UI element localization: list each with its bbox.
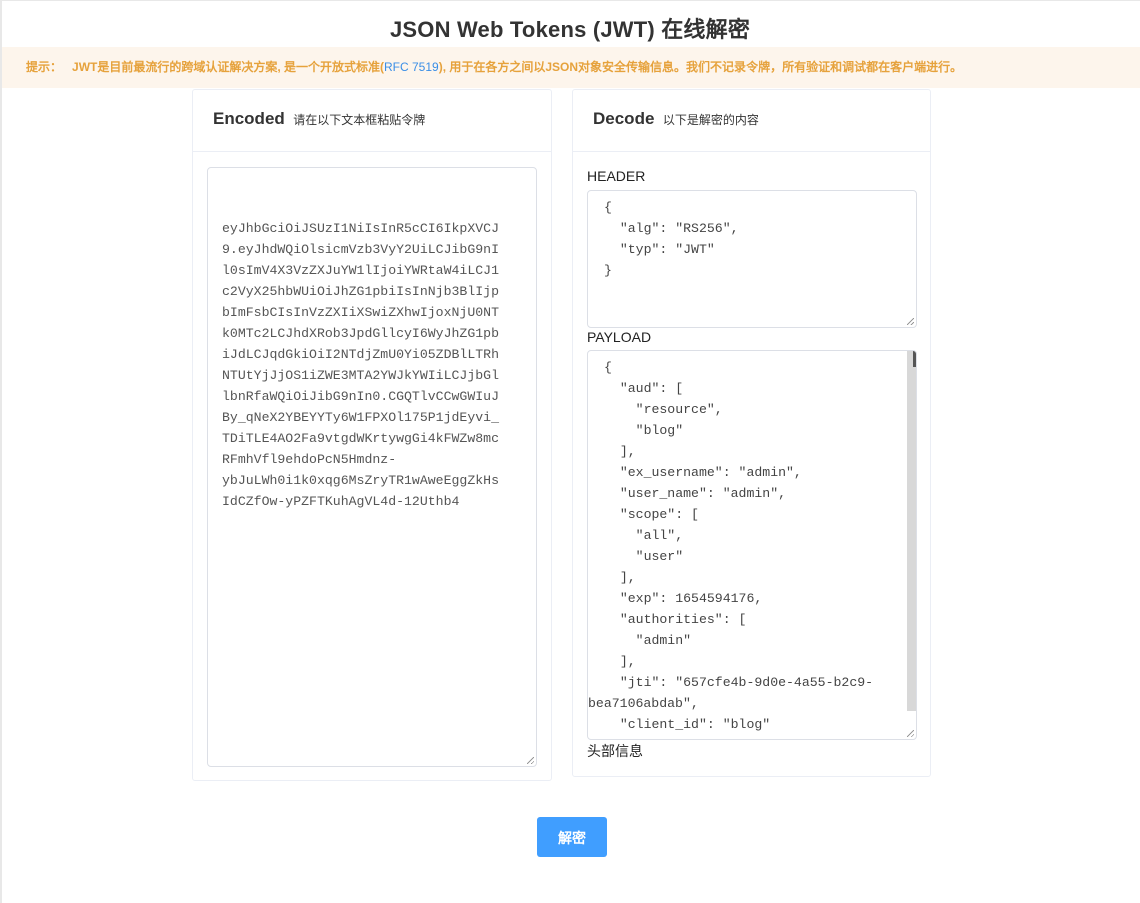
frame-top-border <box>0 0 1140 1</box>
json-line: ], <box>604 444 636 459</box>
payload-scrollbar[interactable] <box>907 351 916 711</box>
token-line: lbnRfaWQiOiJibG9nIn0.CGQTlvCCwGWIuJ <box>222 389 499 404</box>
token-line: l0sImV4X3VzZXJuYW1lIjoiYWRtaW4iLCJ1 <box>222 263 499 278</box>
notice-banner: 提示： JWT是目前最流行的跨域认证解决方案, 是一个开放式标准(RFC 7519… <box>2 47 1140 88</box>
json-line: "ex_username": "admin", <box>604 465 802 480</box>
json-line: { <box>604 360 612 375</box>
header-json-textarea[interactable]: { "alg": "RS256", "typ": "JWT"} <box>587 190 917 328</box>
decode-button[interactable]: 解密 <box>537 817 607 857</box>
decode-title: Decode <box>593 109 655 128</box>
json-line: "alg": "RS256", <box>604 221 739 236</box>
token-line: bImFsbCIsInVzZXIiXSwiZXhwIjoxNjU0NT <box>222 305 499 320</box>
json-line: "authorities": [ <box>604 612 747 627</box>
json-line: "client_id": "blog" <box>604 717 771 732</box>
json-line: "jti": "657cfe4b-9d0e-4a55-b2c9- <box>604 675 874 690</box>
token-line: k0MTc2LCJhdXRob3JpdGllcyI6WyJhZG1pb <box>222 326 499 341</box>
resize-handle-icon[interactable] <box>907 318 914 325</box>
token-line: RFmhVfl9ehdoPcN5Hmdnz- <box>222 452 397 467</box>
token-line: IdCZfOw-yPZFTKuhAgVL4d-12Uthb4 <box>222 494 460 509</box>
notice-text-after: ), 用于在各方之间以JSON对象安全传输信息。我们不记录令牌，所有验证和调试都… <box>438 60 963 74</box>
rfc-link[interactable]: RFC 7519 <box>384 60 439 74</box>
json-line: "aud": [ <box>604 381 684 396</box>
token-line: NTUtYjJjOS1iZWE3MTA2YWJkYWIiLCJjbGl <box>222 368 499 383</box>
token-line: ybJuLWh0i1k0xqg6MsZryTR1wAweEggZkHs <box>222 473 499 488</box>
page-title: JSON Web Tokens (JWT) 在线解密 <box>389 17 751 42</box>
payload-label: PAYLOAD <box>587 329 652 345</box>
frame-left-border <box>0 0 2 903</box>
notice-lead: 提示： <box>26 60 63 74</box>
token-line: 9.eyJhdWQiOlsicmVzb3VyY2UiLCJibG9nI <box>222 242 499 257</box>
decode-card-header: Decode 以下是解密的内容 <box>573 90 930 152</box>
decode-card: Decode 以下是解密的内容 HEADER { "alg": "RS256",… <box>572 89 931 777</box>
resize-handle-icon[interactable] <box>907 730 914 737</box>
token-line: TDiTLE4AO2Fa9vtgdWKrtywgGi4kFWZw8mc <box>222 431 499 446</box>
scrollbar-thumb[interactable] <box>913 351 916 367</box>
encoded-token-textarea[interactable]: eyJhbGciOiJSUzI1NiIsInR5cCI6IkpXVCJ 9.eyJ… <box>207 167 537 767</box>
json-line: "resource", <box>604 402 723 417</box>
json-line: ], <box>604 654 636 669</box>
token-line: By_qNeX2YBEYYTy6W1FPXOl175P1jdEyvi_ <box>222 410 499 425</box>
json-line: "user_name": "admin", <box>604 486 787 501</box>
decode-subtitle: 以下是解密的内容 <box>662 113 759 127</box>
encoded-subtitle: 请在以下文本框粘贴令牌 <box>293 113 426 127</box>
header-info-note: 头部信息 <box>587 743 643 759</box>
json-line: bea7106abdab", <box>588 696 699 711</box>
token-line: eyJhbGciOiJSUzI1NiIsInR5cCI6IkpXVCJ <box>222 221 499 236</box>
payload-json-textarea[interactable]: { "aud": [ "resource", "blog" ], "ex_use… <box>587 350 917 740</box>
token-line: iJdLCJqdGkiOiI2NTdjZmU0Yi05ZDBlLTRh <box>222 347 499 362</box>
json-line: "exp": 1654594176, <box>604 591 763 606</box>
encoded-card-header: Encoded 请在以下文本框粘贴令牌 <box>193 90 551 152</box>
json-line: "admin" <box>604 633 692 648</box>
json-line: } <box>604 263 612 278</box>
json-line: "scope": [ <box>604 507 699 522</box>
json-line: "all", <box>604 528 684 543</box>
json-line: { <box>604 200 612 215</box>
json-line: "user" <box>604 549 684 564</box>
encoded-card: Encoded 请在以下文本框粘贴令牌 eyJhbGciOiJSUzI1NiIs… <box>192 89 552 781</box>
notice-text-before: JWT是目前最流行的跨域认证解决方案, 是一个开放式标准( <box>72 60 385 74</box>
header-label: HEADER <box>587 168 646 184</box>
resize-handle-icon[interactable] <box>527 757 534 764</box>
json-line: ], <box>604 570 636 585</box>
token-line: c2VyX25hbWUiOiJhZG1pbiIsInNjb3BlIjp <box>222 284 499 299</box>
json-line: "blog" <box>604 423 684 438</box>
encoded-title: Encoded <box>213 109 285 128</box>
json-line: "typ": "JWT" <box>604 242 715 257</box>
